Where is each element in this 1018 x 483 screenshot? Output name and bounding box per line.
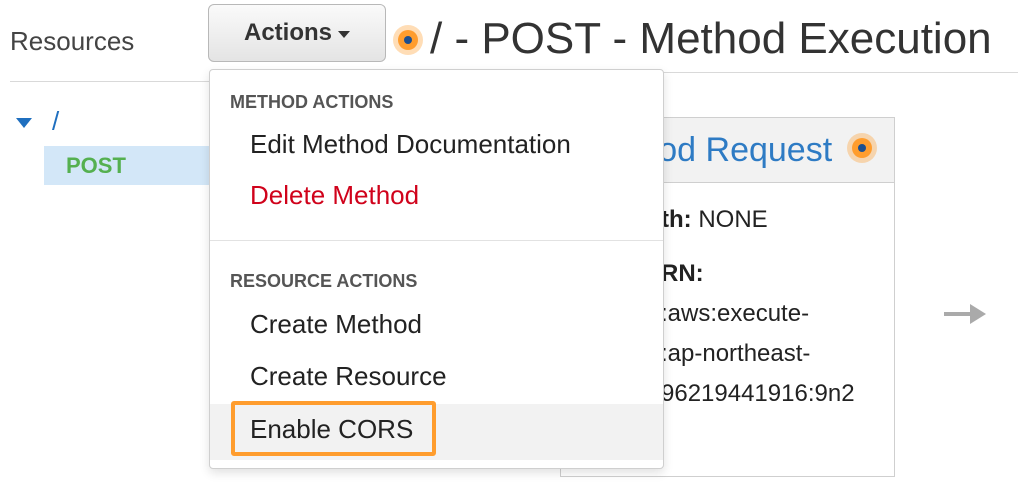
chevron-down-icon bbox=[338, 31, 350, 38]
auth-label: th: bbox=[661, 206, 692, 233]
menu-item-create-resource[interactable]: Create Resource bbox=[210, 355, 663, 399]
resource-actions-heading: RESOURCE ACTIONS bbox=[230, 271, 418, 291]
method-post-label[interactable]: POST bbox=[66, 153, 126, 179]
arn-line: :aws:execute- bbox=[661, 300, 810, 327]
actions-button[interactable]: Actions bbox=[208, 4, 386, 62]
arn-line: :ap-northeast- bbox=[661, 340, 811, 367]
menu-item-delete-method[interactable]: Delete Method bbox=[210, 174, 663, 218]
method-request-details: th: NONE RN: :aws:execute- :ap-northeast… bbox=[661, 183, 894, 483]
arn-label: RN: bbox=[661, 260, 704, 287]
resources-title: Resources bbox=[10, 26, 135, 56]
resource-root[interactable]: / bbox=[16, 106, 59, 137]
menu-divider bbox=[210, 240, 663, 241]
menu-item-edit-method-documentation[interactable]: Edit Method Documentation bbox=[210, 123, 663, 167]
resource-method-post[interactable]: POST bbox=[44, 146, 220, 185]
page-title: / - POST - Method Execution bbox=[430, 14, 992, 63]
caret-down-icon[interactable] bbox=[16, 117, 32, 128]
enable-cors-highlight bbox=[231, 401, 436, 456]
sidebar-divider bbox=[10, 81, 210, 82]
actions-label: Actions bbox=[243, 19, 332, 46]
resource-root-label[interactable]: / bbox=[52, 106, 59, 137]
arn-line: 96219441916:9n2 bbox=[661, 380, 855, 407]
menu-item-create-method[interactable]: Create Method bbox=[210, 303, 663, 347]
arrow-right-icon bbox=[944, 304, 986, 324]
method-actions-heading: METHOD ACTIONS bbox=[230, 92, 394, 112]
hotspot-marker-icon bbox=[398, 30, 418, 50]
auth-value: NONE bbox=[698, 206, 768, 233]
hotspot-marker-icon bbox=[852, 138, 872, 158]
